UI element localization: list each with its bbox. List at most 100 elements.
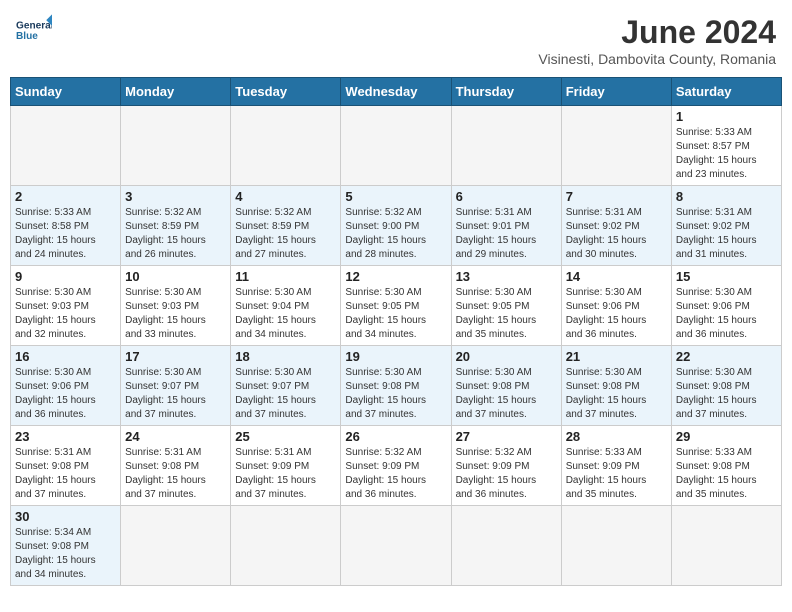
day-info: Sunrise: 5:32 AM Sunset: 9:00 PM Dayligh…: [345, 206, 446, 262]
day-info: Sunrise: 5:30 AM Sunset: 9:07 PM Dayligh…: [125, 366, 226, 422]
day-info: Sunrise: 5:31 AM Sunset: 9:09 PM Dayligh…: [235, 446, 336, 502]
empty-cell: [231, 106, 341, 186]
day-info: Sunrise: 5:33 AM Sunset: 8:58 PM Dayligh…: [15, 206, 116, 262]
day-number: 16: [15, 349, 116, 364]
day-cell: 7 Sunrise: 5:31 AM Sunset: 9:02 PM Daylig…: [561, 186, 671, 266]
day-number: 12: [345, 269, 446, 284]
day-cell: 25 Sunrise: 5:31 AM Sunset: 9:09 PM Dayli…: [231, 426, 341, 506]
day-cell: 21 Sunrise: 5:30 AM Sunset: 9:08 PM Dayli…: [561, 346, 671, 426]
day-number: 25: [235, 429, 336, 444]
empty-cell: [561, 106, 671, 186]
day-info: Sunrise: 5:30 AM Sunset: 9:06 PM Dayligh…: [676, 286, 777, 342]
day-number: 7: [566, 189, 667, 204]
day-cell: 30 Sunrise: 5:34 AM Sunset: 9:08 PM Dayli…: [11, 506, 121, 586]
empty-cell: [671, 506, 781, 586]
day-cell: 13 Sunrise: 5:30 AM Sunset: 9:05 PM Dayli…: [451, 266, 561, 346]
day-number: 24: [125, 429, 226, 444]
day-number: 23: [15, 429, 116, 444]
day-info: Sunrise: 5:32 AM Sunset: 8:59 PM Dayligh…: [125, 206, 226, 262]
calendar-week-row: 1 Sunrise: 5:33 AM Sunset: 8:57 PM Daylig…: [11, 106, 782, 186]
day-info: Sunrise: 5:31 AM Sunset: 9:02 PM Dayligh…: [566, 206, 667, 262]
day-number: 6: [456, 189, 557, 204]
day-cell: 8Sunrise: 5:31 AM Sunset: 9:02 PM Daylig…: [671, 186, 781, 266]
day-info: Sunrise: 5:31 AM Sunset: 9:01 PM Dayligh…: [456, 206, 557, 262]
day-cell: 17 Sunrise: 5:30 AM Sunset: 9:07 PM Dayli…: [121, 346, 231, 426]
header-thursday: Thursday: [451, 78, 561, 106]
day-info: Sunrise: 5:32 AM Sunset: 8:59 PM Dayligh…: [235, 206, 336, 262]
day-cell: 22Sunrise: 5:30 AM Sunset: 9:08 PM Dayli…: [671, 346, 781, 426]
empty-cell: [121, 106, 231, 186]
day-info: Sunrise: 5:33 AM Sunset: 9:09 PM Dayligh…: [566, 446, 667, 502]
day-number: 11: [235, 269, 336, 284]
day-number: 18: [235, 349, 336, 364]
day-info: Sunrise: 5:30 AM Sunset: 9:07 PM Dayligh…: [235, 366, 336, 422]
day-info: Sunrise: 5:33 AM Sunset: 9:08 PM Dayligh…: [676, 446, 777, 502]
day-info: Sunrise: 5:30 AM Sunset: 9:08 PM Dayligh…: [566, 366, 667, 422]
header-monday: Monday: [121, 78, 231, 106]
day-cell: 19 Sunrise: 5:30 AM Sunset: 9:08 PM Dayli…: [341, 346, 451, 426]
day-number: 21: [566, 349, 667, 364]
day-info: Sunrise: 5:31 AM Sunset: 9:02 PM Dayligh…: [676, 206, 777, 262]
title-area: June 2024 Visinesti, Dambovita County, R…: [538, 14, 776, 67]
header-wednesday: Wednesday: [341, 78, 451, 106]
svg-text:General: General: [16, 21, 52, 32]
day-info: Sunrise: 5:30 AM Sunset: 9:06 PM Dayligh…: [566, 286, 667, 342]
day-number: 13: [456, 269, 557, 284]
day-number: 28: [566, 429, 667, 444]
day-number: 19: [345, 349, 446, 364]
calendar-week-row: 16Sunrise: 5:30 AM Sunset: 9:06 PM Dayli…: [11, 346, 782, 426]
logo-icon: General Blue: [16, 14, 52, 42]
day-info: Sunrise: 5:33 AM Sunset: 8:57 PM Dayligh…: [676, 126, 777, 182]
empty-cell: [561, 506, 671, 586]
day-cell: 15 Sunrise: 5:30 AM Sunset: 9:06 PM Dayli…: [671, 266, 781, 346]
day-number: 29: [676, 429, 777, 444]
day-number: 5: [345, 189, 446, 204]
day-cell: 11 Sunrise: 5:30 AM Sunset: 9:04 PM Dayli…: [231, 266, 341, 346]
day-cell: 4 Sunrise: 5:32 AM Sunset: 8:59 PM Daylig…: [231, 186, 341, 266]
day-number: 26: [345, 429, 446, 444]
empty-cell: [451, 106, 561, 186]
empty-cell: [341, 106, 451, 186]
calendar-table: SundayMondayTuesdayWednesdayThursdayFrid…: [10, 77, 782, 586]
location-subtitle: Visinesti, Dambovita County, Romania: [538, 51, 776, 67]
calendar-week-row: 30 Sunrise: 5:34 AM Sunset: 9:08 PM Dayli…: [11, 506, 782, 586]
empty-cell: [341, 506, 451, 586]
day-cell: 26Sunrise: 5:32 AM Sunset: 9:09 PM Dayli…: [341, 426, 451, 506]
day-info: Sunrise: 5:31 AM Sunset: 9:08 PM Dayligh…: [15, 446, 116, 502]
calendar-week-row: 9Sunrise: 5:30 AM Sunset: 9:03 PM Daylig…: [11, 266, 782, 346]
day-info: Sunrise: 5:30 AM Sunset: 9:08 PM Dayligh…: [456, 366, 557, 422]
calendar-week-row: 2Sunrise: 5:33 AM Sunset: 8:58 PM Daylig…: [11, 186, 782, 266]
day-cell: 14 Sunrise: 5:30 AM Sunset: 9:06 PM Dayli…: [561, 266, 671, 346]
day-info: Sunrise: 5:30 AM Sunset: 9:08 PM Dayligh…: [676, 366, 777, 422]
day-number: 1: [676, 109, 777, 124]
day-number: 30: [15, 509, 116, 524]
day-number: 14: [566, 269, 667, 284]
day-cell: 10Sunrise: 5:30 AM Sunset: 9:03 PM Dayli…: [121, 266, 231, 346]
empty-cell: [231, 506, 341, 586]
svg-text:Blue: Blue: [16, 31, 38, 42]
day-cell: 1 Sunrise: 5:33 AM Sunset: 8:57 PM Daylig…: [671, 106, 781, 186]
day-number: 17: [125, 349, 226, 364]
day-cell: 23 Sunrise: 5:31 AM Sunset: 9:08 PM Dayli…: [11, 426, 121, 506]
logo: General Blue: [16, 14, 52, 42]
day-cell: 18 Sunrise: 5:30 AM Sunset: 9:07 PM Dayli…: [231, 346, 341, 426]
day-info: Sunrise: 5:31 AM Sunset: 9:08 PM Dayligh…: [125, 446, 226, 502]
day-info: Sunrise: 5:30 AM Sunset: 9:08 PM Dayligh…: [345, 366, 446, 422]
day-info: Sunrise: 5:30 AM Sunset: 9:04 PM Dayligh…: [235, 286, 336, 342]
day-number: 15: [676, 269, 777, 284]
empty-cell: [121, 506, 231, 586]
day-number: 3: [125, 189, 226, 204]
day-info: Sunrise: 5:34 AM Sunset: 9:08 PM Dayligh…: [15, 526, 116, 582]
calendar-week-row: 23 Sunrise: 5:31 AM Sunset: 9:08 PM Dayli…: [11, 426, 782, 506]
day-number: 4: [235, 189, 336, 204]
calendar-header-row: SundayMondayTuesdayWednesdayThursdayFrid…: [11, 78, 782, 106]
day-cell: 29 Sunrise: 5:33 AM Sunset: 9:08 PM Dayli…: [671, 426, 781, 506]
day-info: Sunrise: 5:30 AM Sunset: 9:05 PM Dayligh…: [456, 286, 557, 342]
day-number: 9: [15, 269, 116, 284]
day-number: 27: [456, 429, 557, 444]
day-cell: 6 Sunrise: 5:31 AM Sunset: 9:01 PM Daylig…: [451, 186, 561, 266]
day-cell: 16Sunrise: 5:30 AM Sunset: 9:06 PM Dayli…: [11, 346, 121, 426]
header-sunday: Sunday: [11, 78, 121, 106]
empty-cell: [11, 106, 121, 186]
empty-cell: [451, 506, 561, 586]
